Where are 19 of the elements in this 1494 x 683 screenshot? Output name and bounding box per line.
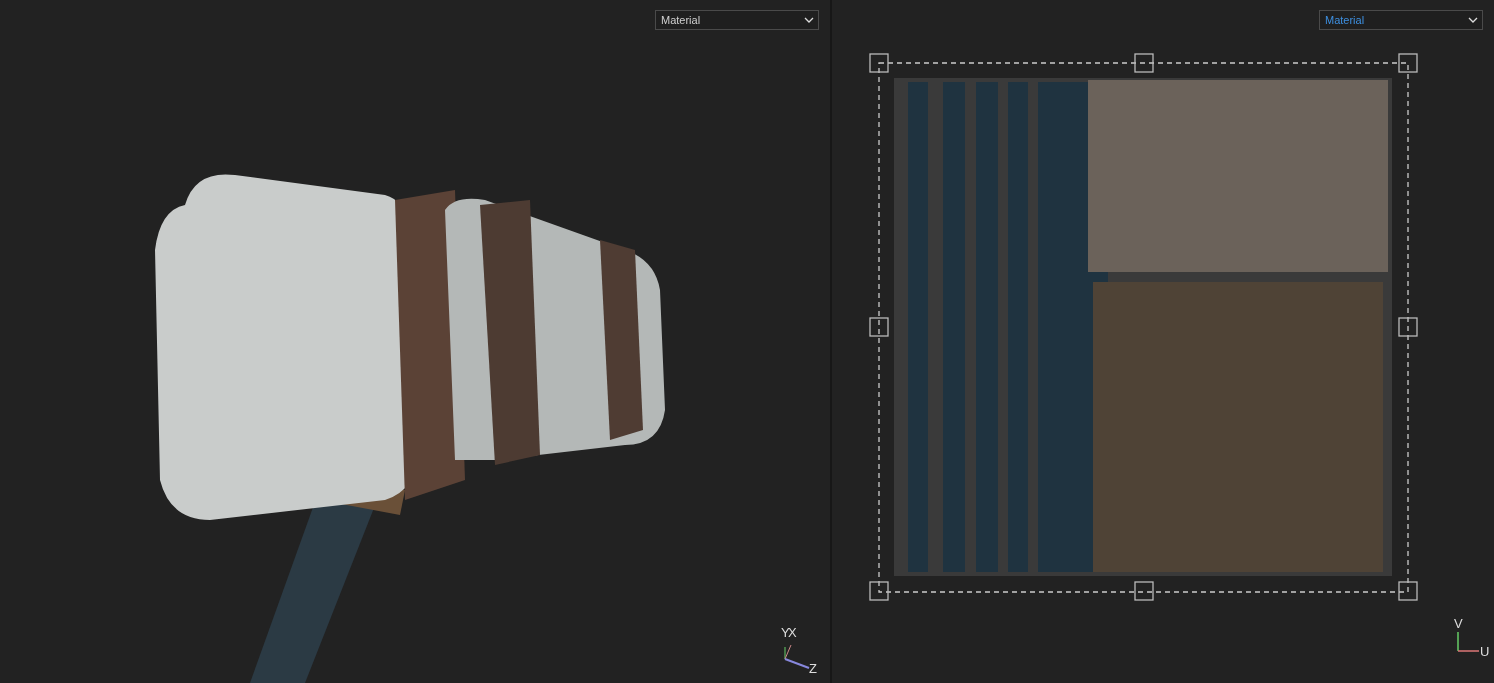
axis-gizmo-icon [784,644,810,669]
transform-handle[interactable] [1398,581,1418,601]
axis-label: U [1480,644,1490,659]
axis-label: X [788,625,797,640]
material-dropdown[interactable]: Material [655,10,819,30]
axis-label: Y [781,625,790,640]
axis-gizmo-icon [1457,631,1480,652]
chevron-icon [1468,16,1478,24]
transform-handle[interactable] [869,317,889,337]
axis-label: V [1454,616,1463,631]
material-dropdown[interactable]: Material [1319,10,1483,30]
transform-handle[interactable] [869,53,889,73]
chevron-icon [804,16,814,24]
transform-handle[interactable] [1134,53,1154,73]
transform-handle[interactable] [1134,581,1154,601]
transform-handle[interactable] [869,581,889,601]
transform-handle[interactable] [1398,53,1418,73]
transform-handle[interactable] [1398,317,1418,337]
axis-label: Z [809,661,817,673]
